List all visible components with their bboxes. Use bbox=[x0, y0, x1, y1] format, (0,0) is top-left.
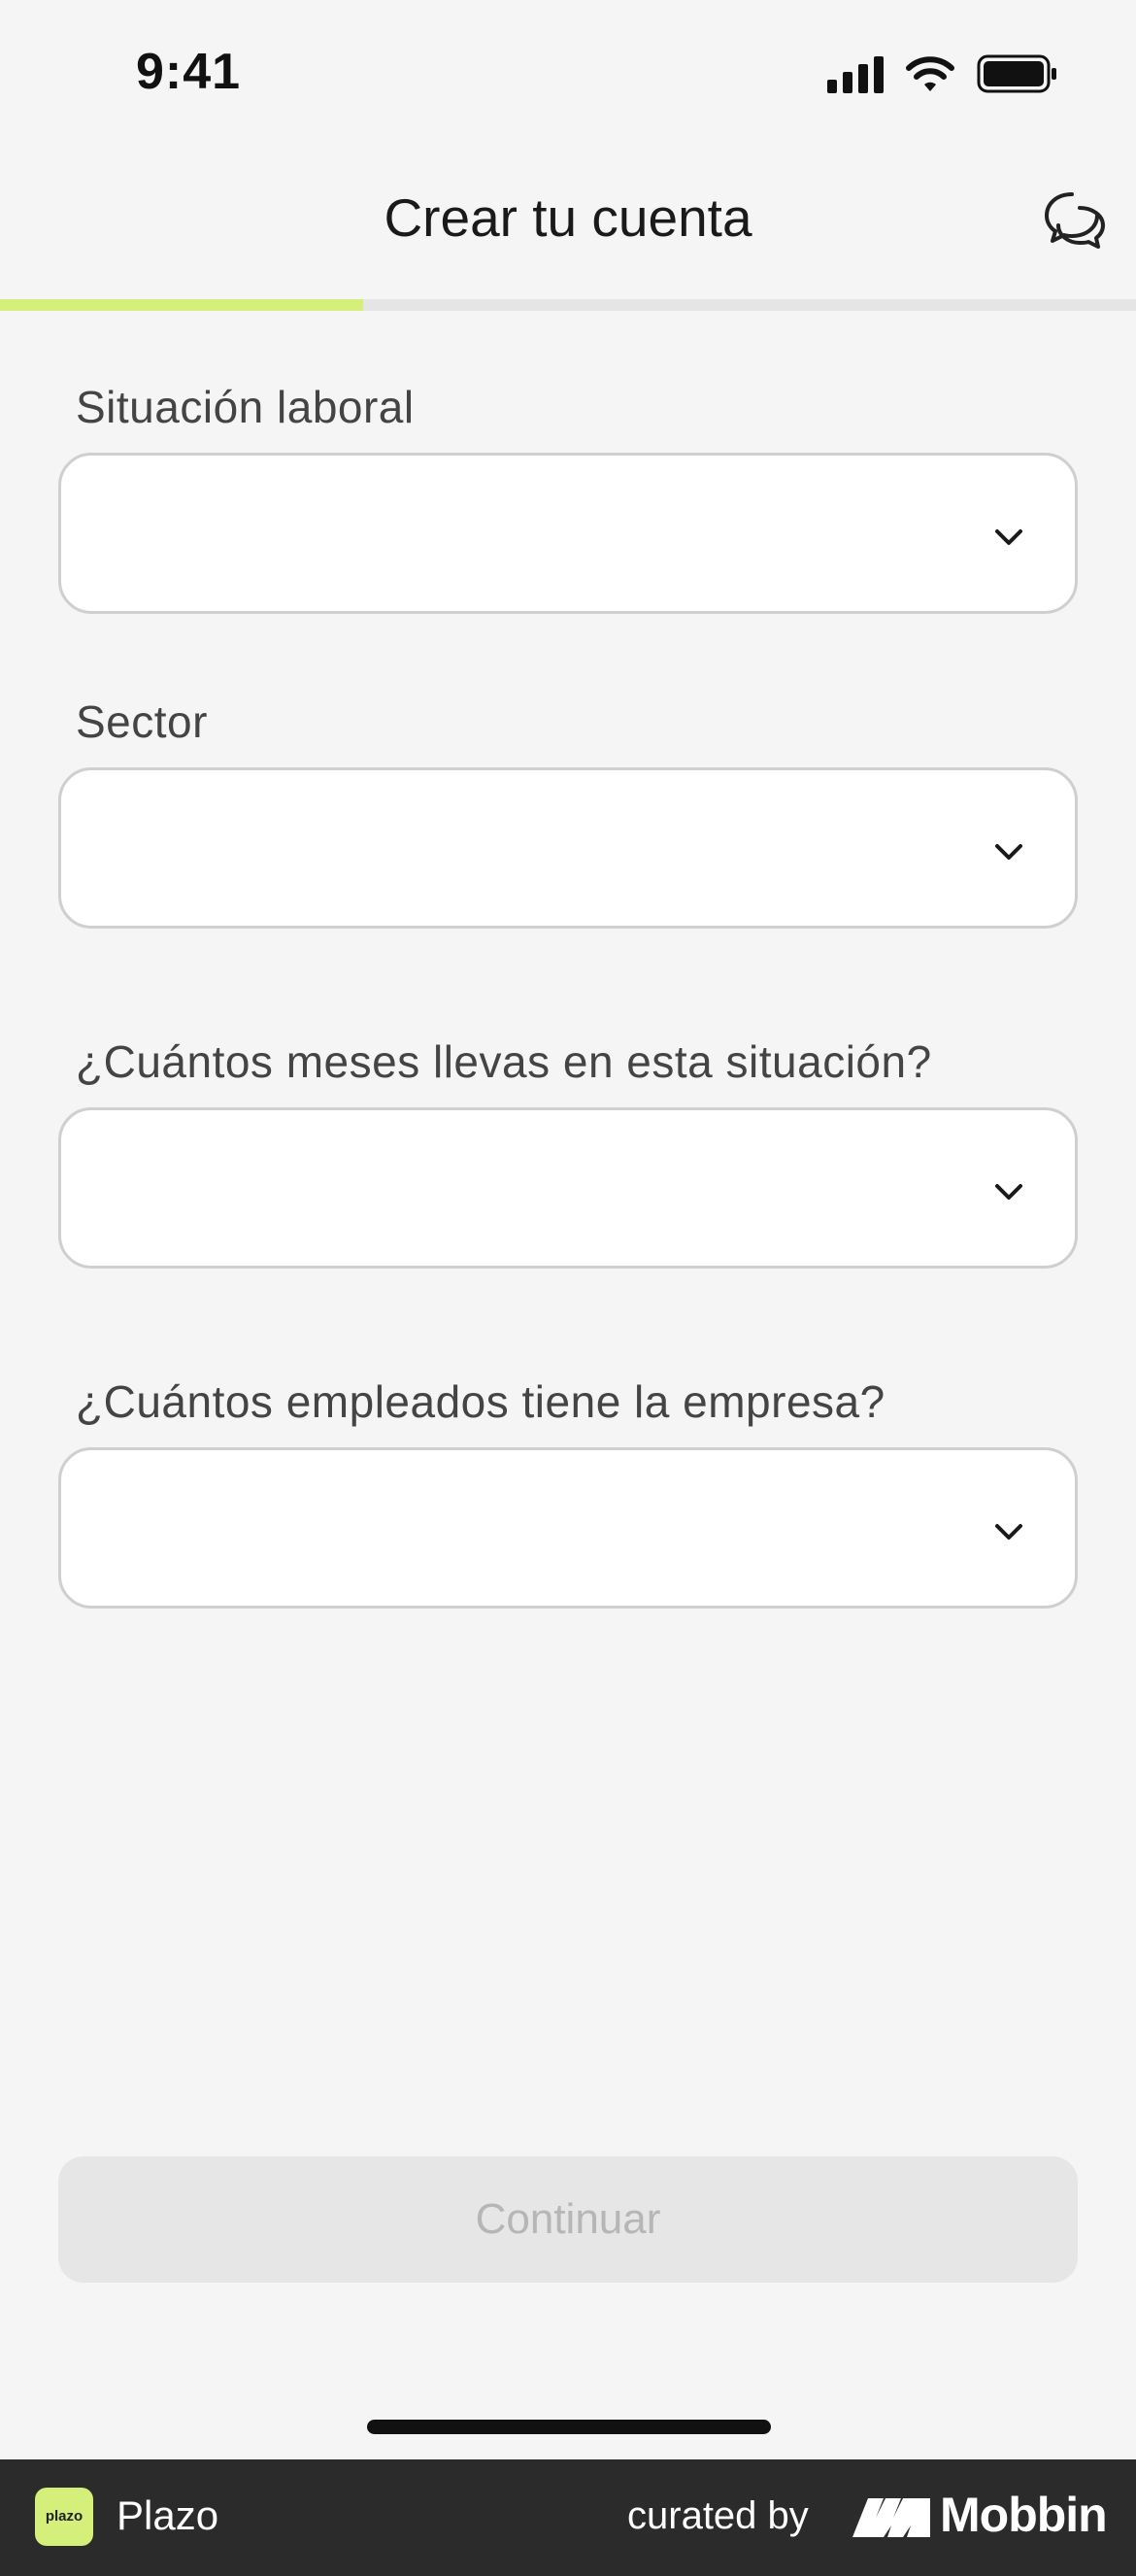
empleados-select[interactable] bbox=[58, 1447, 1078, 1609]
footer-curated-by: curated by bbox=[627, 2494, 809, 2537]
status-bar: 9:41 bbox=[0, 0, 1136, 146]
chevron-down-icon bbox=[995, 844, 1022, 860]
field-label-empleados: ¿Cuántos empleados tiene la empresa? bbox=[76, 1376, 885, 1427]
field-label-situacion-laboral: Situación laboral bbox=[76, 382, 415, 432]
page-title: Crear tu cuenta bbox=[384, 187, 752, 248]
mobbin-logo-icon bbox=[852, 2498, 930, 2537]
meses-select[interactable] bbox=[58, 1107, 1078, 1269]
battery-icon bbox=[977, 54, 1056, 93]
chat-bubbles-icon[interactable] bbox=[1043, 188, 1107, 253]
situacion-laboral-select[interactable] bbox=[58, 453, 1078, 614]
sector-select[interactable] bbox=[58, 767, 1078, 929]
wifi-icon bbox=[906, 56, 954, 91]
field-label-sector: Sector bbox=[76, 696, 208, 747]
chevron-down-icon bbox=[995, 1524, 1022, 1540]
field-label-meses: ¿Cuántos meses llevas en esta situación? bbox=[76, 1036, 932, 1087]
progress-fill bbox=[0, 299, 364, 311]
continue-button[interactable]: Continuar bbox=[58, 2156, 1078, 2283]
footer-app-name: Plazo bbox=[117, 2492, 219, 2538]
status-icons bbox=[827, 54, 1058, 93]
footer-brand: Mobbin bbox=[940, 2488, 1108, 2542]
chevron-down-icon bbox=[995, 529, 1022, 545]
chevron-down-icon bbox=[995, 1184, 1022, 1200]
header: Crear tu cuenta bbox=[0, 146, 1136, 296]
cellular-signal-icon bbox=[827, 54, 884, 93]
footer-banner: plazo Plazo curated by Mobbin bbox=[0, 2459, 1136, 2576]
progress-bar bbox=[0, 299, 1136, 311]
status-time: 9:41 bbox=[136, 44, 242, 100]
plazo-logo: plazo bbox=[35, 2488, 93, 2546]
home-indicator bbox=[367, 2420, 771, 2434]
